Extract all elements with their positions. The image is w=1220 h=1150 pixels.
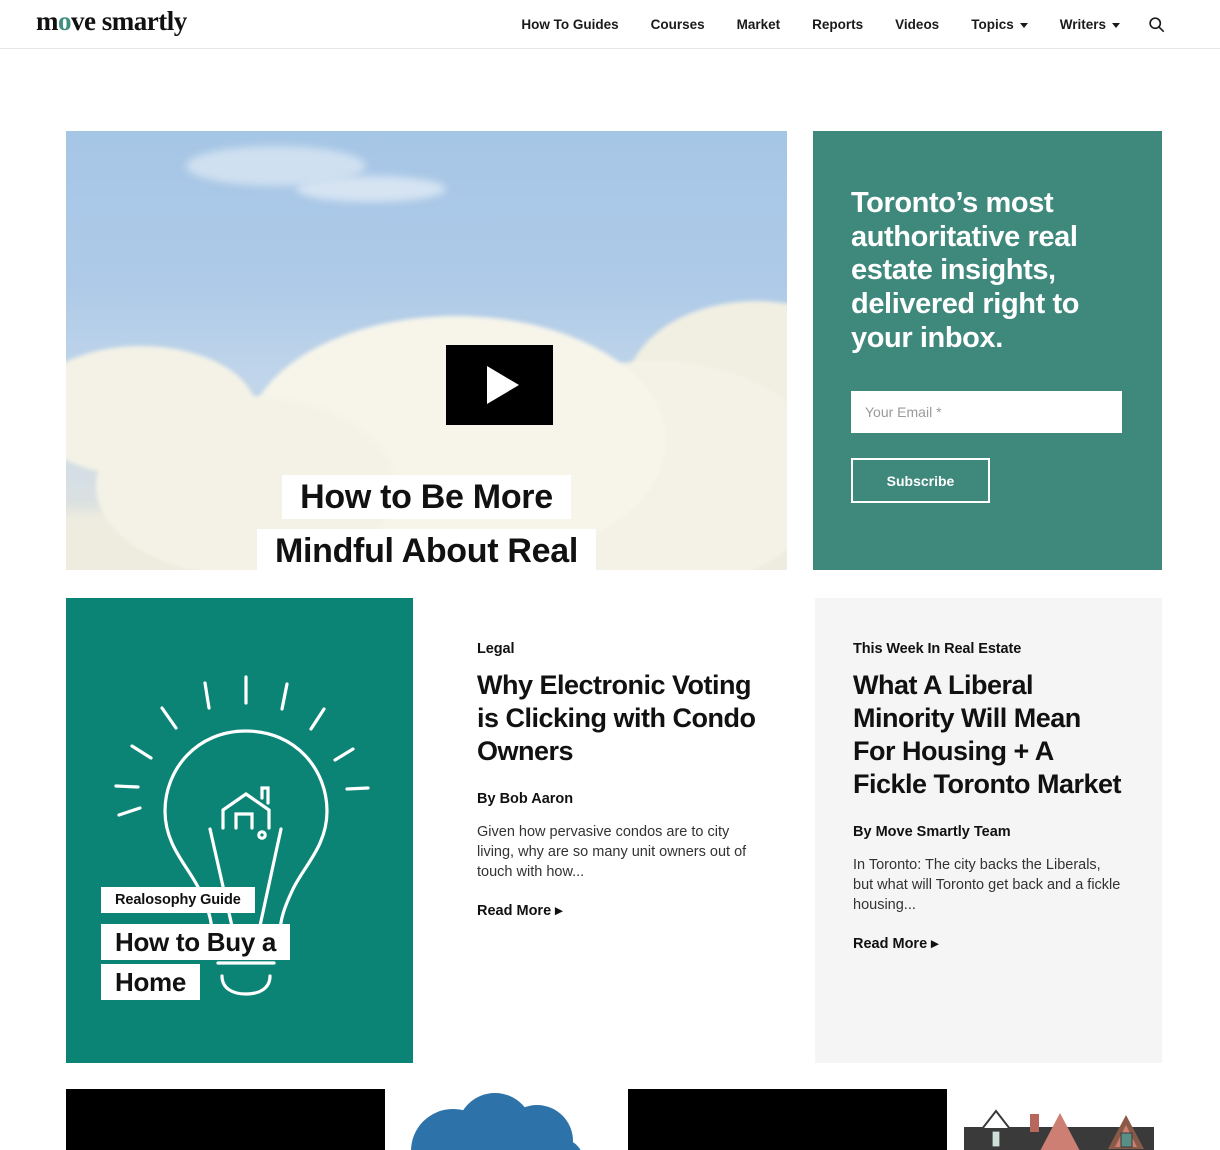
guide-card-labels: Realosophy Guide How to Buy a Home xyxy=(101,886,291,1003)
hero-title: How to Be More Mindful About Real Estate xyxy=(66,471,787,570)
nav-label: Writers xyxy=(1059,17,1106,32)
article-card-this-week: This Week In Real Estate What A Liberal … xyxy=(815,598,1162,1063)
promo-townhouses-illustration[interactable]: AFFORDABLE ST xyxy=(947,1089,1162,1150)
nav-label: How To Guides xyxy=(521,17,619,32)
email-input[interactable] xyxy=(851,391,1122,434)
nav-reports[interactable]: Reports xyxy=(796,17,879,32)
chevron-down-icon xyxy=(1019,23,1028,28)
search-icon xyxy=(1149,17,1165,33)
guide-title-line: Home xyxy=(101,964,201,1001)
nav-how-to-guides[interactable]: How To Guides xyxy=(505,17,634,32)
cloud-shape xyxy=(296,176,446,202)
read-more-link[interactable]: Read More ▸ xyxy=(477,903,562,919)
subscribe-button[interactable]: Subscribe xyxy=(851,458,990,504)
nav-courses[interactable]: Courses xyxy=(635,17,721,32)
play-icon xyxy=(486,366,519,404)
nav-label: Reports xyxy=(812,17,864,32)
guide-kicker: Realosophy Guide xyxy=(101,886,255,913)
article-byline: By Bob Aaron xyxy=(477,790,574,807)
article-byline: By Move Smartly Team xyxy=(853,823,1011,840)
nav-label: Videos xyxy=(895,17,940,32)
hero-title-line: How to Be More xyxy=(282,475,571,519)
hero-video-card[interactable]: How to Be More Mindful About Real Estate xyxy=(66,131,787,570)
logo-part-1: m xyxy=(36,6,59,36)
nav-label: Market xyxy=(736,17,781,32)
promo-we-know-neighbourhoods[interactable]: We Know Neighbourhoods. xyxy=(385,1089,604,1150)
nav-videos[interactable]: Videos xyxy=(879,17,955,32)
site-logo[interactable]: move smartly xyxy=(36,8,187,35)
nav-label: Topics xyxy=(971,17,1014,32)
townhouses-illustration: AFFORDABLE ST xyxy=(964,1109,1154,1150)
promo-explore-toronto-neighborhoods[interactable]: Explore Toronto Neighborhoods xyxy=(66,1089,385,1150)
article-kicker[interactable]: Legal xyxy=(477,641,767,657)
article-card-legal: Legal Why Electronic Voting is Clicking … xyxy=(477,641,767,920)
cloud-logo-icon: We Know Neighbourhoods. xyxy=(411,1093,581,1150)
nav-market[interactable]: Market xyxy=(721,17,797,32)
newsletter-signup-panel: Toronto’s most authoritative real estate… xyxy=(813,131,1162,570)
article-headline[interactable]: Why Electronic Voting is Clicking with C… xyxy=(477,669,767,768)
play-button[interactable] xyxy=(446,345,553,425)
nav-writers[interactable]: Writers xyxy=(1044,17,1136,32)
guide-title: How to Buy a Home xyxy=(101,922,291,1003)
promo-find-your-neighborhood[interactable]: Find Your Neighborhood xyxy=(628,1089,947,1150)
logo-teal-o: o xyxy=(58,6,72,36)
main-navigation: How To Guides Courses Market Reports Vid… xyxy=(505,0,1165,49)
logo-part-2: ve smartly xyxy=(71,6,187,36)
nav-label: Courses xyxy=(650,17,705,32)
guide-title-line: How to Buy a xyxy=(101,923,291,960)
chevron-down-icon xyxy=(1112,23,1120,28)
article-headline[interactable]: What A Liberal Minority Will Mean For Ho… xyxy=(853,669,1124,801)
nav-topics[interactable]: Topics xyxy=(955,17,1044,32)
search-button[interactable] xyxy=(1148,16,1165,33)
newsletter-heading: Toronto’s most authoritative real estate… xyxy=(851,187,1080,354)
site-header: move smartly How To Guides Courses Marke… xyxy=(0,0,1220,49)
read-more-link[interactable]: Read More ▸ xyxy=(853,936,938,952)
article-excerpt: In Toronto: The city backs the Liberals,… xyxy=(853,856,1121,913)
article-excerpt: Given how pervasive condos are to city l… xyxy=(477,823,747,880)
article-kicker[interactable]: This Week In Real Estate xyxy=(853,641,1124,657)
guide-card-how-to-buy-a-home[interactable]: Realosophy Guide How to Buy a Home xyxy=(66,598,413,1063)
hero-title-line: Mindful About Real xyxy=(256,528,597,570)
